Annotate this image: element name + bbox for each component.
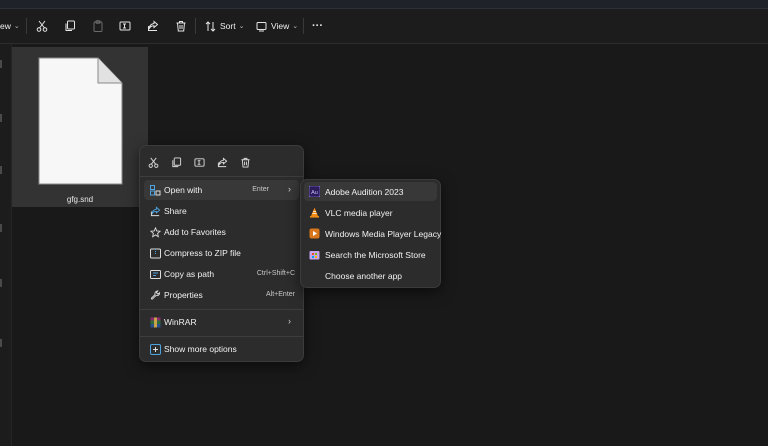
menu-item-label: Add to Favorites	[164, 227, 226, 237]
open-with-submenu: Au Adobe Audition 2023 VLC media player …	[300, 179, 441, 288]
windows-media-player-icon	[309, 228, 320, 239]
view-button[interactable]: View ⌄	[256, 9, 298, 43]
rename-icon	[193, 157, 205, 167]
microsoft-store-icon	[309, 251, 320, 260]
vlc-icon	[310, 207, 319, 218]
rename-button[interactable]	[119, 9, 131, 43]
chevron-down-icon: ⌄	[238, 23, 245, 30]
window-top-strip	[0, 0, 768, 9]
nav-item-marker	[0, 339, 2, 347]
submenu-item-choose-another-app[interactable]: Choose another app	[304, 266, 437, 285]
menu-item-copy-as-path[interactable]: Copy as path Ctrl+Shift+C	[144, 264, 299, 284]
star-icon	[149, 226, 161, 238]
menu-item-label: Properties	[164, 290, 203, 300]
wrench-icon	[149, 289, 161, 301]
document-file-icon	[38, 57, 123, 185]
toolbar-divider	[26, 18, 27, 34]
share-icon	[149, 205, 161, 217]
nav-item-marker	[0, 60, 2, 68]
context-copy-button[interactable]	[169, 155, 183, 169]
more-options-button[interactable]: ···	[312, 9, 323, 43]
menu-item-properties[interactable]: Properties Alt+Enter	[144, 285, 299, 305]
copy-path-icon	[149, 268, 161, 280]
submenu-item-label: Windows Media Player Legacy	[325, 229, 442, 239]
menu-divider	[140, 176, 303, 177]
menu-item-open-with[interactable]: Open with Enter ›	[144, 180, 299, 200]
menu-item-shortcut: Alt+Enter	[266, 291, 295, 298]
delete-button[interactable]	[175, 9, 187, 43]
submenu-item-vlc[interactable]: VLC media player	[304, 203, 437, 222]
submenu-item-microsoft-store[interactable]: Search the Microsoft Store	[304, 245, 437, 264]
svg-text:Au: Au	[311, 190, 318, 196]
menu-item-label: Compress to ZIP file	[164, 248, 241, 258]
submenu-item-label: VLC media player	[325, 208, 393, 218]
menu-item-shortcut: Enter	[252, 186, 269, 193]
sort-button[interactable]: Sort ⌄	[205, 9, 244, 43]
toolbar-divider	[303, 18, 304, 34]
chevron-down-icon: ⌄	[13, 23, 20, 30]
menu-item-label: Show more options	[164, 344, 237, 354]
winrar-icon	[149, 316, 161, 328]
chevron-right-icon: ›	[288, 316, 291, 326]
nav-item-marker	[0, 224, 2, 232]
copy-icon	[65, 20, 75, 31]
navigation-pane-edge[interactable]	[0, 44, 12, 446]
menu-item-add-to-favorites[interactable]: Add to Favorites	[144, 222, 299, 242]
menu-item-show-more-options[interactable]: Show more options	[144, 339, 299, 359]
scissors-icon	[36, 20, 48, 32]
sort-icon	[205, 20, 216, 32]
copy-button[interactable]	[64, 9, 76, 43]
share-icon	[148, 20, 159, 31]
context-cut-button[interactable]	[146, 155, 160, 169]
adobe-audition-icon: Au	[309, 186, 320, 197]
open-with-icon	[149, 184, 161, 196]
share-icon	[217, 156, 227, 167]
nav-item-marker	[0, 114, 2, 122]
submenu-item-windows-media-player[interactable]: Windows Media Player Legacy	[304, 224, 441, 243]
nav-item-marker	[0, 279, 2, 287]
menu-item-winrar[interactable]: WinRAR ›	[144, 312, 299, 332]
submenu-item-label: Search the Microsoft Store	[325, 250, 426, 260]
trash-icon	[176, 21, 186, 32]
rename-icon	[119, 21, 131, 31]
menu-item-compress-zip[interactable]: Compress to ZIP file	[144, 243, 299, 263]
file-item[interactable]: gfg.snd	[12, 47, 148, 207]
trash-icon	[240, 157, 250, 168]
nav-item-marker	[0, 166, 2, 174]
menu-item-label: Copy as path	[164, 269, 215, 279]
menu-item-share[interactable]: Share	[144, 201, 299, 221]
chevron-down-icon: ⌄	[292, 23, 299, 30]
view-icon	[256, 21, 267, 31]
clipboard-icon	[93, 20, 103, 32]
submenu-item-adobe-audition[interactable]: Au Adobe Audition 2023	[304, 182, 437, 201]
menu-item-label: WinRAR	[164, 317, 197, 327]
context-share-button[interactable]	[215, 155, 229, 169]
new-button-label: ew	[0, 21, 11, 31]
view-new-button[interactable]: ew ⌄	[0, 9, 20, 43]
menu-item-label: Share	[164, 206, 187, 216]
file-name: gfg.snd	[66, 195, 94, 204]
copy-icon	[171, 156, 181, 167]
menu-item-label: Open with	[164, 185, 203, 195]
menu-item-shortcut: Ctrl+Shift+C	[256, 270, 295, 277]
toolbar-divider	[195, 18, 196, 34]
paste-button[interactable]	[92, 9, 104, 43]
menu-divider	[140, 309, 303, 310]
sort-label: Sort	[220, 21, 236, 31]
scissors-icon	[148, 157, 158, 168]
more-options-icon	[149, 343, 161, 355]
ellipsis-icon: ···	[312, 20, 323, 32]
cut-button[interactable]	[36, 9, 48, 43]
context-rename-button[interactable]	[192, 155, 206, 169]
chevron-right-icon: ›	[288, 184, 291, 194]
context-delete-button[interactable]	[238, 155, 252, 169]
submenu-item-label: Adobe Audition 2023	[325, 187, 404, 197]
zip-icon	[149, 247, 161, 259]
share-button[interactable]	[147, 9, 159, 43]
command-bar: ew ⌄ Sort ⌄ View ⌄ ···	[0, 9, 768, 44]
submenu-item-label: Choose another app	[325, 271, 403, 281]
menu-divider	[140, 336, 303, 337]
context-menu: Open with Enter › Share Add to Favorites…	[139, 145, 304, 362]
view-label: View	[271, 21, 290, 31]
